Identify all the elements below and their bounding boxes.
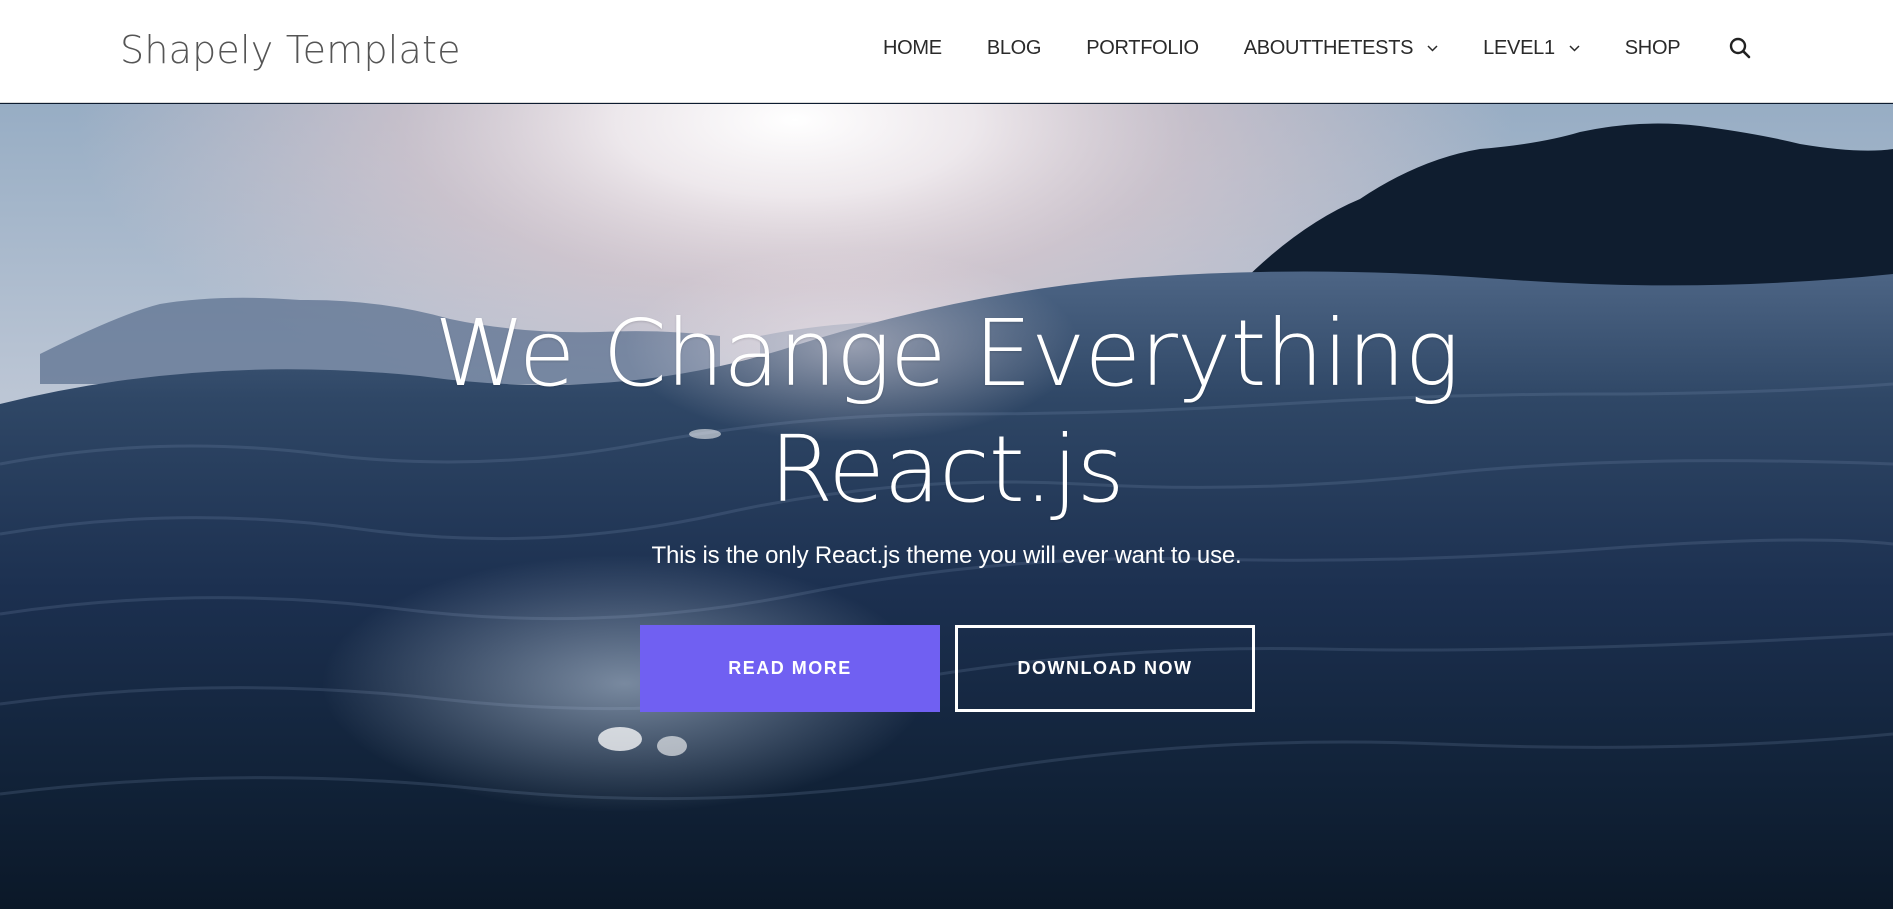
- nav-item-label: SHOP: [1624, 37, 1681, 59]
- nav-item-blog[interactable]: BLOG: [986, 37, 1042, 60]
- read-more-button[interactable]: READ MORE: [640, 625, 940, 712]
- nav-item-home[interactable]: HOME: [883, 37, 942, 60]
- nav-item-label: PORTFOLIO: [1086, 37, 1199, 59]
- hero-subtitle: This is the only React.js theme you will…: [651, 542, 1242, 569]
- main-navigation: HOME BLOG PORTFOLIO ABOUTTHETESTS LEVEL1: [883, 37, 1681, 60]
- hero-section: We Change Everything React.js This is th…: [0, 104, 1893, 909]
- search-button[interactable]: [1728, 36, 1752, 60]
- site-header: Shapely Template HOME BLOG PORTFOLIO ABO…: [0, 0, 1893, 103]
- chevron-down-icon: [1427, 45, 1438, 52]
- nav-item-label: LEVEL1: [1483, 37, 1555, 59]
- nav-item-level1[interactable]: LEVEL1: [1483, 37, 1580, 60]
- nav-item-portfolio[interactable]: PORTFOLIO: [1086, 37, 1199, 60]
- nav-item-label: ABOUTTHETESTS: [1243, 37, 1414, 59]
- page: Shapely Template HOME BLOG PORTFOLIO ABO…: [0, 0, 1893, 909]
- search-icon: [1729, 37, 1751, 59]
- hero-content: We Change Everything React.js This is th…: [0, 104, 1893, 909]
- nav-item-shop[interactable]: SHOP: [1624, 37, 1681, 60]
- nav-item-label: HOME: [883, 37, 942, 59]
- nav-item-aboutthetests[interactable]: ABOUTTHETESTS: [1244, 37, 1438, 60]
- chevron-down-icon: [1569, 45, 1580, 52]
- site-logo[interactable]: Shapely Template: [120, 28, 461, 72]
- hero-headline: We Change Everything React.js: [0, 296, 1893, 528]
- download-now-button[interactable]: DOWNLOAD NOW: [955, 625, 1255, 712]
- hero-headline-line: We Change Everything: [434, 300, 1460, 407]
- hero-headline-line: React.js: [769, 416, 1124, 523]
- nav-item-label: BLOG: [986, 37, 1042, 59]
